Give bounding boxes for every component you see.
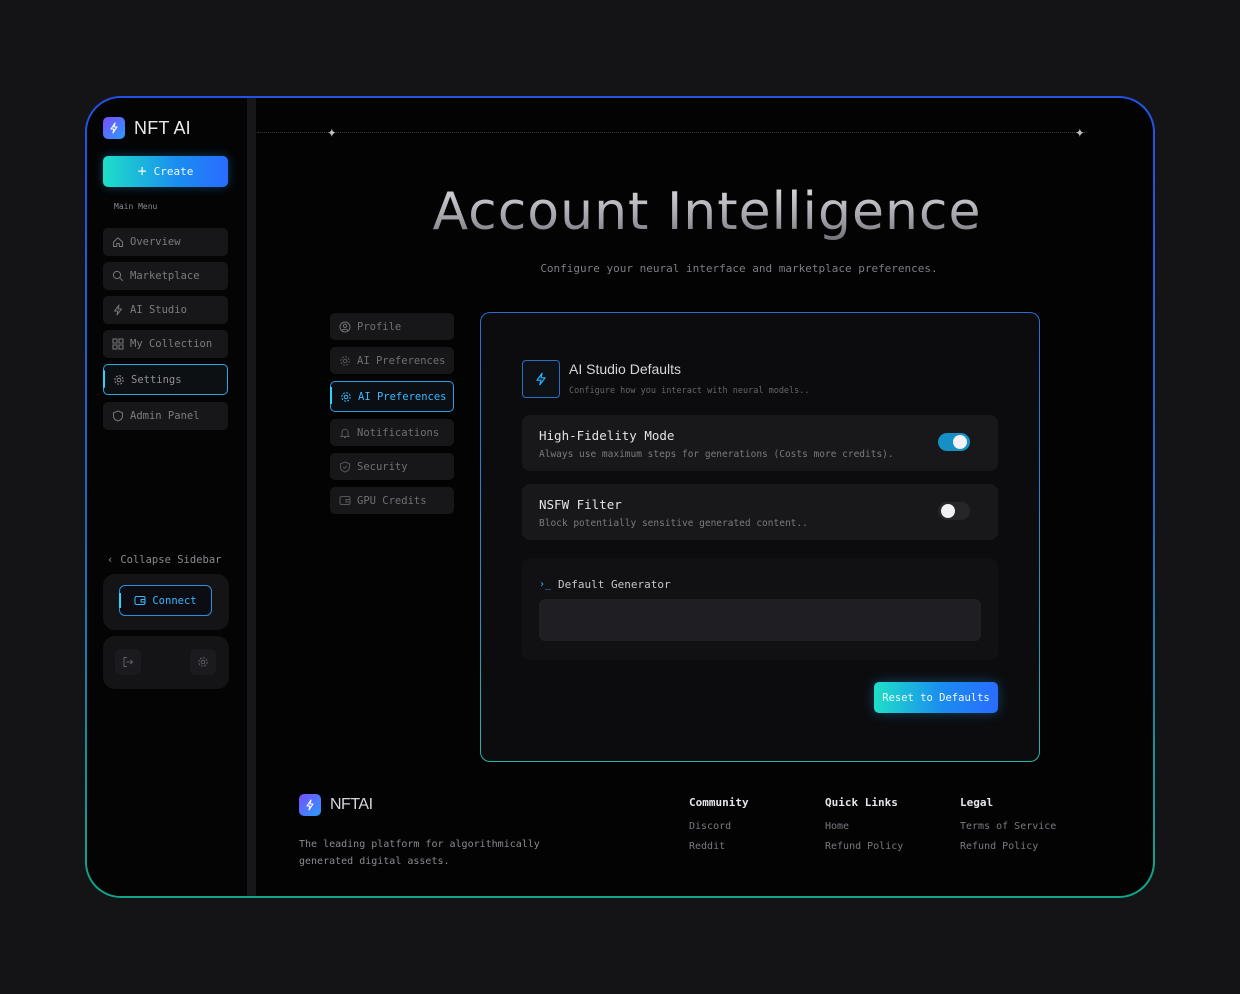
connect-panel: Connect — [103, 574, 229, 630]
bolt-icon — [114, 304, 122, 316]
sidebar-item-settings[interactable]: Settings — [103, 364, 228, 395]
collapse-sidebar-label: Collapse Sidebar — [120, 554, 222, 566]
footer-link-terms[interactable]: Terms of Service — [960, 821, 1056, 832]
connect-wallet-button[interactable]: Connect — [119, 585, 212, 616]
page-subtitle: Configure your neural interface and mark… — [540, 262, 938, 275]
shield-icon — [340, 460, 350, 473]
footer-link-refund-policy[interactable]: Refund Policy — [825, 841, 903, 852]
reset-to-defaults-button[interactable]: Reset to Defaults — [874, 682, 998, 713]
sidebar-item-overview[interactable]: Overview — [103, 228, 228, 256]
sidebar-item-label: Overview — [130, 236, 181, 248]
collapse-sidebar-button[interactable]: ‹ Collapse Sidebar — [107, 554, 221, 566]
option-title: NSFW Filter — [539, 497, 622, 512]
wallet-icon — [339, 496, 351, 505]
high-fidelity-toggle[interactable] — [938, 433, 970, 451]
tab-profile[interactable]: Profile — [330, 313, 454, 340]
footer-logo[interactable]: NFTAI — [299, 794, 373, 816]
option-nsfw-filter: NSFW Filter Block potentially sensitive … — [522, 484, 998, 540]
default-generator-label: ›_ Default Generator — [539, 578, 671, 591]
cpu-icon — [341, 391, 351, 402]
panel-title: AI Studio Defaults — [569, 361, 682, 377]
footer-column-community: Community Discord Reddit — [689, 796, 749, 861]
tab-label: AI Preferences — [357, 354, 446, 367]
default-generator-section: ›_ Default Generator — [522, 558, 998, 660]
sidebar-item-label: My Collection — [130, 338, 213, 350]
sidebar-tools — [103, 636, 229, 689]
bolt-icon — [522, 360, 560, 398]
user-icon — [339, 321, 351, 332]
tab-ai-preferences[interactable]: AI Preferences — [330, 347, 454, 374]
sidebar-divider — [247, 98, 256, 896]
ai-studio-defaults-panel: AI Studio Defaults Configure how you int… — [480, 312, 1040, 762]
footer-link-discord[interactable]: Discord — [689, 821, 749, 832]
grid-icon — [112, 338, 124, 350]
logout-button[interactable] — [115, 649, 141, 675]
sparkle-icon: ✦ — [1075, 122, 1085, 141]
sidebar-item-label: Settings — [131, 373, 182, 386]
gear-icon — [114, 374, 124, 385]
footer-column-legal: Legal Terms of Service Refund Policy — [960, 796, 1056, 861]
sidebar-item-label: AI Studio — [130, 304, 187, 316]
page-title: Account Intelligence — [257, 182, 1153, 242]
footer-heading: Quick Links — [825, 796, 898, 809]
tab-gpu-credits[interactable]: GPU Credits — [330, 487, 454, 514]
shield-icon — [113, 410, 123, 422]
tab-security[interactable]: Security — [330, 453, 454, 480]
tab-label: Profile — [357, 320, 402, 333]
brand-name: NFT AI — [134, 117, 191, 138]
tab-ai-preferences-active[interactable]: AI Preferences — [330, 381, 454, 412]
logout-icon — [123, 657, 134, 667]
footer-column-quick-links: Quick Links Home Refund Policy — [825, 796, 903, 861]
cpu-icon — [340, 355, 350, 366]
decorative-dotted-line — [257, 132, 1087, 133]
bolt-logo-icon — [103, 117, 125, 139]
terminal-icon: ›_ — [539, 579, 552, 590]
panel-subtitle: Configure how you interact with neural m… — [569, 386, 810, 396]
footer-description: The leading platform for algorithmically… — [299, 839, 540, 867]
home-icon — [113, 237, 123, 247]
option-high-fidelity-mode: High-Fidelity Mode Always use maximum st… — [522, 415, 998, 471]
sparkle-icon: ✦ — [327, 122, 337, 141]
tab-label: AI Preferences — [358, 390, 447, 403]
create-button[interactable]: + Create — [103, 156, 228, 187]
generator-label-text: Default Generator — [558, 578, 671, 591]
option-description: Block potentially sensitive generated co… — [539, 518, 808, 529]
tab-label: Notifications — [357, 426, 440, 439]
brand-logo[interactable]: NFT AI — [103, 117, 191, 139]
sidebar-item-label: Admin Panel — [130, 410, 200, 422]
toggle-knob — [941, 504, 955, 518]
default-generator-select[interactable] — [539, 599, 981, 641]
plus-icon: + — [137, 162, 147, 180]
sidebar-item-admin-panel[interactable]: Admin Panel — [103, 402, 228, 430]
main-menu-label: Main Menu — [114, 202, 158, 211]
sidebar: NFT AI + Create Main Menu Overview Marke… — [87, 98, 247, 896]
footer-link-home[interactable]: Home — [825, 821, 903, 832]
option-description: Always use maximum steps for generations… — [539, 449, 894, 460]
app-window: NFT AI + Create Main Menu Overview Marke… — [85, 96, 1155, 898]
nsfw-filter-toggle[interactable] — [938, 502, 970, 520]
sidebar-item-marketplace[interactable]: Marketplace — [103, 262, 228, 290]
toggle-knob — [953, 435, 967, 449]
footer-link-refund-policy[interactable]: Refund Policy — [960, 841, 1056, 852]
tab-label: Security — [357, 460, 408, 473]
bolt-logo-icon — [299, 794, 321, 816]
sidebar-item-label: Marketplace — [130, 270, 200, 282]
option-title: High-Fidelity Mode — [539, 428, 675, 443]
tab-label: GPU Credits — [357, 494, 427, 507]
tab-notifications[interactable]: Notifications — [330, 419, 454, 446]
wallet-icon — [134, 596, 146, 605]
gear-icon — [198, 657, 208, 667]
settings-button[interactable] — [190, 649, 216, 675]
sidebar-item-my-collection[interactable]: My Collection — [103, 330, 228, 358]
bell-icon — [339, 428, 351, 438]
footer-brand-name: NFTAI — [330, 796, 373, 813]
chevron-left-icon: ‹ — [107, 554, 114, 566]
footer-heading: Legal — [960, 796, 994, 809]
footer-link-reddit[interactable]: Reddit — [689, 841, 749, 852]
connect-button-label: Connect — [152, 594, 197, 607]
footer-heading: Community — [689, 796, 749, 809]
create-button-label: Create — [153, 165, 194, 178]
sidebar-item-ai-studio[interactable]: AI Studio — [103, 296, 228, 324]
search-icon — [112, 270, 124, 282]
